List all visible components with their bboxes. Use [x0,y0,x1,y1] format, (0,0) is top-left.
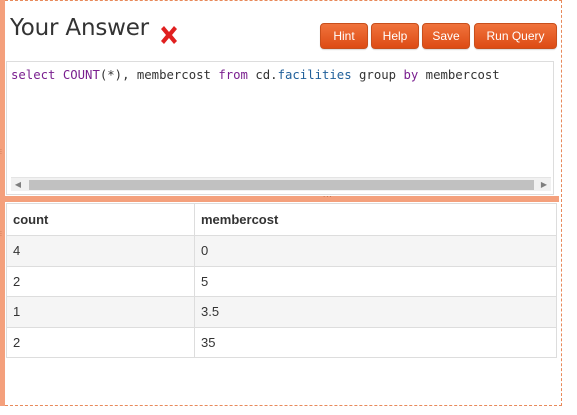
table-header-row: count membercost [6,203,557,236]
sql-code-line[interactable]: select COUNT(*), membercost from cd.faci… [11,68,500,82]
page-title: Your Answer [10,15,149,41]
scroll-right-icon[interactable]: ▶ [539,180,549,190]
table-row: 1 3.5 [6,296,557,328]
horizontal-scrollbar[interactable]: ◀ ▶ [11,177,551,191]
left-grip-top[interactable]: · · · [0,148,4,158]
table-cell: 2 [6,265,195,297]
code-token: cd. [247,68,278,82]
code-token: COUNT [62,68,100,82]
code-token: facilities [277,68,352,82]
table-cell: 35 [194,326,557,358]
column-header-membercost: membercost [194,203,557,236]
editor-results-splitter[interactable]: ··· [5,193,559,202]
scrollbar-thumb[interactable] [29,180,534,190]
table-cell: 0 [194,235,557,267]
sql-editor[interactable]: select COUNT(*), membercost from cd.faci… [6,61,554,195]
table-row: 2 5 [6,265,557,297]
table-cell: 2 [6,326,195,358]
table-cell: 5 [194,265,557,297]
save-button[interactable]: Save [422,23,470,49]
table-cell: 4 [6,235,195,267]
code-token: (*), membercost [99,68,219,82]
results-table: count membercost 4 0 2 5 1 3.5 2 35 [6,203,557,358]
x-mark-icon [161,26,177,44]
table-cell: 3.5 [194,296,557,328]
scroll-left-icon[interactable]: ◀ [13,180,23,190]
code-token: membercost [418,68,500,82]
code-token: group [351,68,404,82]
table-cell: 1 [6,296,195,328]
code-token: select [11,68,63,82]
help-button[interactable]: Help [371,23,419,49]
run-query-button[interactable]: Run Query [474,23,557,49]
table-row: 2 35 [6,326,557,358]
answer-header: Your Answer Hint Help Save Run Query [5,0,559,62]
hint-button[interactable]: Hint [320,23,368,49]
table-row: 4 0 [6,235,557,267]
column-header-count: count [6,203,195,236]
splitter-grip-icon[interactable]: ··· [323,193,333,201]
code-token: by [403,68,419,82]
code-token: from [218,68,248,82]
left-grip-bottom[interactable]: · · · [0,230,4,240]
